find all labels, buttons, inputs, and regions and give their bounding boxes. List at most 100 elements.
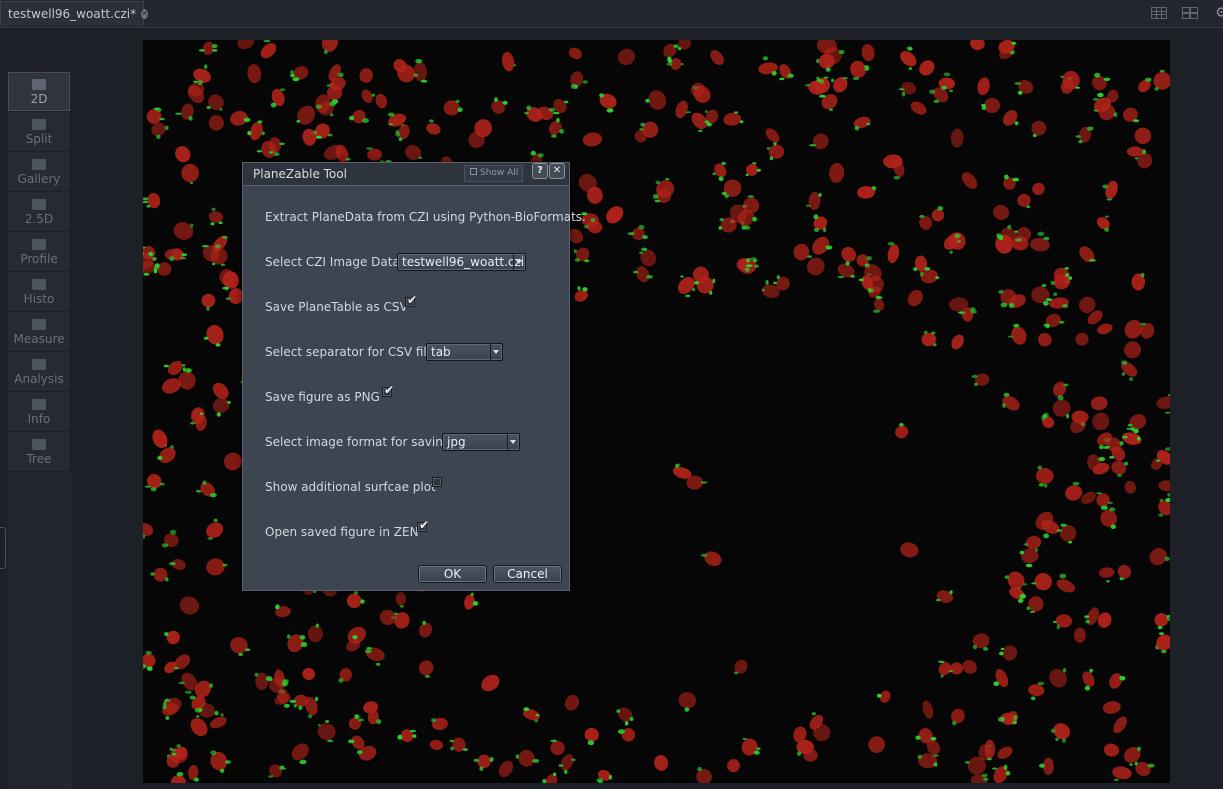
marker-spot (721, 161, 726, 166)
marker-spot (1140, 272, 1145, 278)
nucleus (993, 204, 1009, 220)
view-button-analysis[interactable]: Analysis (8, 352, 70, 391)
nucleus (919, 60, 935, 76)
separator-select[interactable]: tab (426, 343, 503, 361)
view-button-tree[interactable]: Tree (8, 432, 70, 471)
image-data-select[interactable]: testwell96_woatt.czi (397, 253, 526, 271)
marker-spot (1100, 505, 1108, 511)
nucleus (907, 290, 923, 307)
marker-spot (873, 309, 880, 313)
marker-spot (1168, 393, 1170, 397)
marker-spot (908, 67, 913, 70)
grid-view-icon[interactable] (1151, 7, 1167, 19)
marker-spot (816, 58, 820, 64)
marker-spot (281, 681, 289, 686)
marker-spot (818, 193, 822, 197)
marker-spot (202, 480, 207, 485)
marker-spot (182, 367, 186, 372)
marker-spot (270, 102, 277, 108)
nucleus (984, 97, 1001, 114)
view-button-2-5d[interactable]: 2.5D (8, 192, 70, 231)
marker-spot (530, 150, 536, 156)
marker-spot (1157, 625, 1163, 630)
marker-spot (866, 122, 871, 126)
marker-spot (1159, 498, 1164, 502)
marker-spot (165, 577, 169, 582)
nucleus (1098, 567, 1115, 578)
document-tab[interactable]: testwell96_woatt.czi* ✕ (0, 1, 148, 26)
checkmark-icon: ✔ (384, 383, 395, 397)
view-button-label: 2D (30, 92, 48, 106)
ok-button[interactable]: OK (418, 565, 487, 583)
measure-view-icon (32, 319, 46, 330)
save-csv-checkbox[interactable]: ✔ (405, 293, 417, 307)
dialog-titlebar[interactable]: PlaneZable Tool Show All ? ✕ (243, 163, 569, 186)
gear-icon[interactable]: ⚙ (1215, 6, 1223, 20)
cancel-button[interactable]: Cancel (493, 565, 562, 583)
marker-spot (627, 232, 635, 236)
nucleus (900, 51, 917, 67)
nucleus (829, 162, 845, 183)
marker-spot (1056, 624, 1060, 630)
nucleus (970, 40, 985, 51)
nucleus (1158, 480, 1170, 492)
marker-spot (590, 218, 596, 222)
view-button-measure[interactable]: Measure (8, 312, 70, 351)
marker-spot (526, 105, 532, 111)
marker-spot (744, 267, 750, 272)
marker-spot (779, 77, 785, 81)
view-button-gallery[interactable]: Gallery (8, 152, 70, 191)
nucleus (247, 64, 262, 84)
nucleus (1017, 193, 1031, 207)
marker-spot (1144, 77, 1152, 82)
marker-spot (220, 713, 224, 717)
show-all-toggle[interactable]: Show All (464, 165, 523, 182)
marker-spot (315, 135, 323, 139)
marker-spot (898, 88, 905, 91)
close-tab-icon[interactable]: ✕ (141, 9, 148, 19)
nucleus (157, 262, 172, 276)
surface-plot-checkbox[interactable] (432, 477, 442, 487)
save-png-label: Save figure as PNG (265, 390, 380, 404)
marker-spot (1137, 746, 1141, 752)
marker-spot (854, 125, 860, 131)
nucleus (910, 101, 927, 115)
marker-spot (577, 286, 581, 291)
nucleus (291, 743, 309, 761)
marker-spot (721, 191, 727, 196)
marker-spot (156, 107, 162, 112)
marker-spot (919, 215, 925, 218)
view-button-profile[interactable]: Profile (8, 232, 70, 271)
info-view-icon (32, 399, 46, 410)
nucleus (1109, 673, 1122, 689)
nucleus (413, 62, 428, 82)
nucleus (640, 249, 657, 267)
marker-spot (524, 112, 529, 115)
view-button-split[interactable]: Split (8, 112, 70, 151)
marker-spot (1134, 157, 1139, 160)
view-button-2d[interactable]: 2D (8, 72, 70, 111)
format-select[interactable]: jpg (442, 433, 520, 451)
marker-spot (376, 719, 382, 725)
marker-spot (1156, 459, 1160, 462)
nucleus (1049, 668, 1067, 688)
marker-spot (970, 310, 978, 314)
marker-spot (983, 777, 989, 781)
view-button-info[interactable]: Info (8, 392, 70, 431)
marker-spot (1025, 563, 1033, 568)
marker-spot (809, 144, 817, 147)
marker-spot (1050, 728, 1056, 733)
save-png-checkbox[interactable]: ✔ (382, 383, 394, 397)
open-zen-checkbox[interactable]: ✔ (417, 518, 429, 532)
marker-spot (146, 205, 151, 208)
marker-spot (1007, 224, 1012, 230)
marker-spot (268, 151, 274, 154)
help-button[interactable]: ? (532, 163, 548, 179)
nucleus (793, 243, 810, 261)
side-panel-handle[interactable] (0, 527, 6, 569)
marker-spot (680, 63, 684, 66)
close-dialog-button[interactable]: ✕ (549, 163, 565, 179)
nucleus (1092, 412, 1110, 431)
view-button-histo[interactable]: Histo (8, 272, 70, 311)
split-view-icon[interactable] (1182, 7, 1198, 19)
